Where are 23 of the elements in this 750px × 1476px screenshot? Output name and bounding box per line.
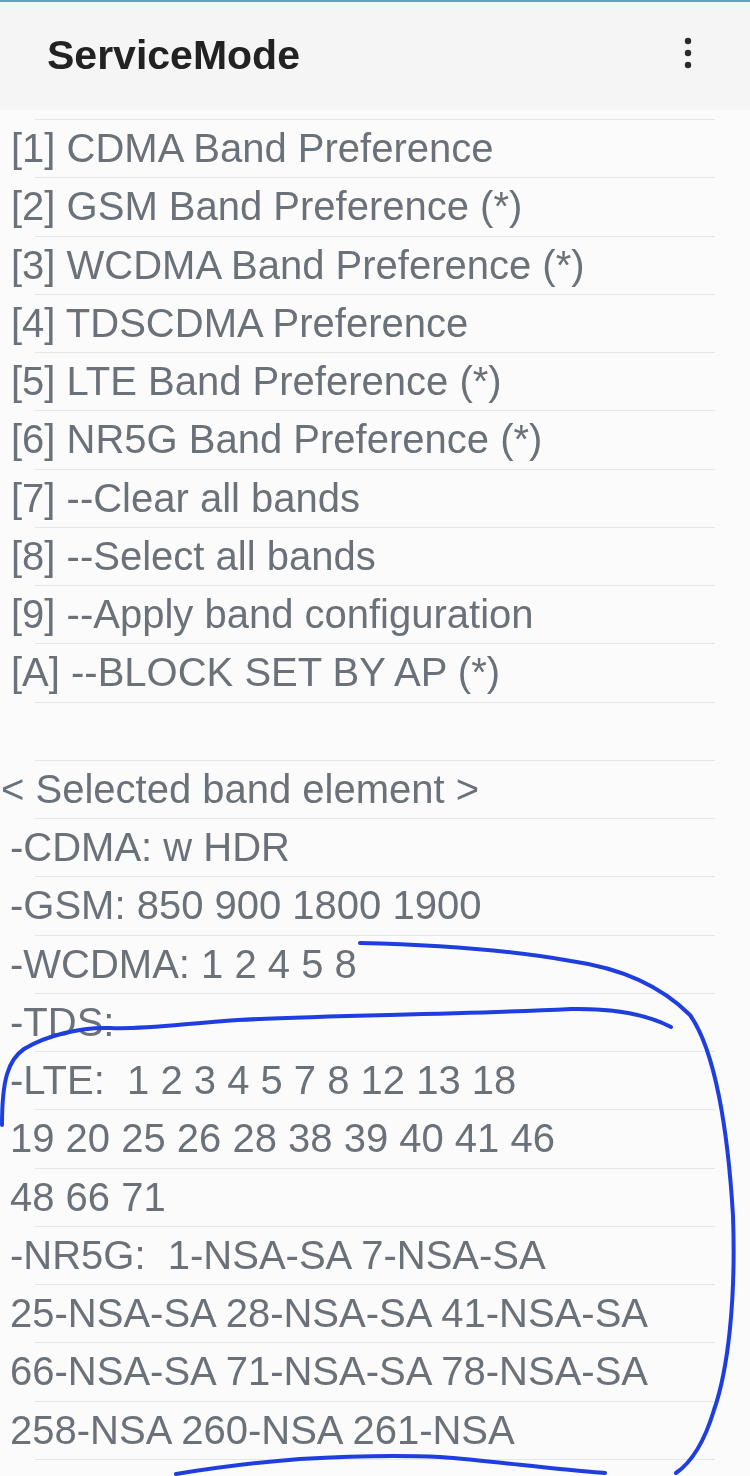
app-title: ServiceMode bbox=[47, 32, 300, 80]
band-info-line: -LTE: 1 2 3 4 5 7 8 12 13 18 bbox=[10, 1058, 517, 1103]
more-options-icon[interactable] bbox=[684, 37, 692, 69]
menu-option[interactable]: [4] TDSCDMA Preference bbox=[11, 300, 469, 346]
band-info-line: 48 66 71 bbox=[10, 1174, 166, 1220]
menu-option[interactable]: [1] CDMA Band Preference bbox=[11, 126, 494, 171]
section-heading: < Selected band element > bbox=[1, 766, 480, 812]
band-info-line: 66-NSA-SA 71-NSA-SA 78-NSA-SA bbox=[10, 1349, 649, 1395]
band-info-line: -GSM: 850 900 1800 1900 bbox=[10, 883, 482, 929]
band-info-line: 19 20 25 26 28 38 39 40 41 46 bbox=[10, 1116, 555, 1162]
menu-option[interactable]: [3] WCDMA Band Preference (*) bbox=[11, 242, 585, 288]
band-info-line: 258-NSA 260-NSA 261-NSA bbox=[10, 1407, 515, 1453]
menu-option[interactable]: [7] --Clear all bands bbox=[11, 475, 361, 521]
menu-option[interactable]: [2] GSM Band Preference (*) bbox=[11, 184, 523, 230]
band-info-line: 25-NSA-SA 28-NSA-SA 41-NSA-SA bbox=[10, 1291, 649, 1336]
menu-option[interactable]: [A] --BLOCK SET BY AP (*) bbox=[11, 650, 501, 696]
band-info-line: -CDMA: w HDR bbox=[10, 825, 290, 870]
menu-option[interactable]: [9] --Apply band configuration bbox=[11, 592, 534, 637]
menu-option[interactable]: [8] --Select all bands bbox=[11, 533, 376, 579]
band-info-line: -NR5G: 1-NSA-SA 7-NSA-SA bbox=[10, 1232, 546, 1278]
menu-option[interactable]: [5] LTE Band Preference (*) bbox=[11, 359, 502, 404]
band-info-line: -WCDMA: 1 2 4 5 8 bbox=[10, 941, 357, 987]
menu-option[interactable]: [6] NR5G Band Preference (*) bbox=[11, 417, 543, 463]
